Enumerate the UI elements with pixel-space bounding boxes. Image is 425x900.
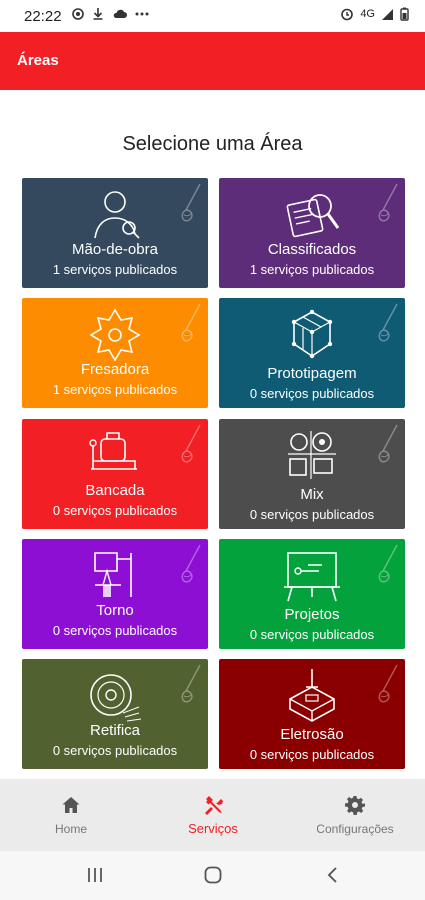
area-tile-eletrosao[interactable]: Eletrosão 0 serviços publicados	[219, 659, 405, 769]
signal-icon	[382, 8, 393, 20]
recent-apps-icon[interactable]	[86, 867, 104, 883]
brush-watermark-icon	[378, 424, 398, 463]
bench-vise-icon	[89, 432, 137, 470]
tile-count: 0 serviços publicados	[52, 623, 178, 638]
nav-label-configuracoes: Configurações	[316, 822, 394, 836]
prototype-icon	[291, 309, 333, 359]
nav-item-home[interactable]: Home	[0, 779, 142, 851]
home-icon	[62, 797, 80, 813]
area-tile-mix[interactable]: Mix 0 serviços publicados	[219, 419, 405, 529]
page-heading: Selecione uma Área	[122, 133, 303, 155]
tile-name: Mão-de-obra	[72, 241, 158, 258]
tile-count: 0 serviços publicados	[249, 507, 375, 522]
tile-count: 0 serviços publicados	[249, 747, 375, 762]
tile-name: Mix	[300, 486, 324, 503]
nav-item-configuracoes[interactable]: Configurações	[284, 779, 425, 851]
tools-icon	[205, 796, 223, 815]
mix-icon	[288, 431, 336, 479]
brush-watermark-icon	[378, 303, 398, 342]
tile-count: 0 serviços publicados	[52, 503, 178, 518]
brush-watermark-icon	[181, 183, 201, 222]
area-tile-mao-de-obra[interactable]: Mão-de-obra 1 serviços publicados	[22, 178, 208, 288]
gear-icon	[345, 796, 365, 815]
edm-icon	[289, 669, 335, 722]
nav-label-servicos: Serviços	[188, 821, 238, 836]
app-bar-title: Áreas	[17, 52, 59, 69]
back-icon[interactable]	[326, 866, 338, 884]
area-tile-fresadora[interactable]: Fresadora 1 serviços publicados	[22, 298, 208, 408]
alarm-icon	[341, 8, 354, 21]
status-bar: 22:22 4G	[0, 0, 425, 32]
battery-icon	[400, 7, 409, 21]
bottom-navigation: Home Serviços Configurações	[0, 779, 425, 851]
area-tile-torno[interactable]: Torno 0 serviços publicados	[22, 539, 208, 649]
app-bar: Áreas	[0, 32, 425, 90]
worker-icon	[94, 191, 140, 239]
tile-count: 0 serviços publicados	[249, 386, 375, 401]
tile-name: Projetos	[284, 606, 340, 623]
milling-icon	[89, 308, 141, 362]
tile-name: Torno	[96, 602, 134, 619]
system-navigation-bar	[0, 851, 425, 900]
area-tile-retifica[interactable]: Retifica 0 serviços publicados	[22, 659, 208, 769]
tile-name: Prototipagem	[267, 365, 357, 382]
nav-label-home: Home	[54, 822, 87, 836]
classifieds-icon	[286, 194, 340, 238]
tile-name: Classificados	[267, 241, 357, 258]
brush-watermark-icon	[378, 183, 398, 222]
notification-icon	[72, 7, 84, 20]
projects-icon	[284, 552, 340, 602]
tile-name: Fresadora	[80, 361, 150, 378]
tile-count: 1 serviços publicados	[249, 262, 375, 277]
more-dots-icon	[135, 12, 149, 15]
brush-watermark-icon	[181, 544, 201, 583]
grinding-icon	[90, 674, 142, 722]
tile-count: 0 serviços publicados	[52, 743, 178, 758]
brush-watermark-icon	[181, 303, 201, 342]
status-time: 22:22	[24, 8, 62, 25]
area-tile-prototipagem[interactable]: Prototipagem 0 serviços publicados	[219, 298, 405, 408]
brush-watermark-icon	[378, 544, 398, 583]
tile-name: Bancada	[85, 482, 145, 499]
home-button-icon[interactable]	[204, 866, 222, 884]
tile-count: 1 serviços publicados	[52, 262, 178, 277]
brush-watermark-icon	[181, 424, 201, 463]
tile-name: Retifica	[89, 722, 141, 739]
cloud-icon	[113, 9, 127, 18]
brush-watermark-icon	[181, 664, 201, 703]
network-type-label: 4G	[360, 8, 375, 20]
tile-name: Eletrosão	[280, 726, 344, 743]
area-tile-bancada[interactable]: Bancada 0 serviços publicados	[22, 419, 208, 529]
tile-count: 0 serviços publicados	[249, 627, 375, 642]
area-tile-classificados[interactable]: Classificados 1 serviços publicados	[219, 178, 405, 288]
area-tile-projetos[interactable]: Projetos 0 serviços publicados	[219, 539, 405, 649]
nav-item-servicos[interactable]: Serviços	[142, 779, 284, 851]
download-icon	[93, 8, 103, 20]
lathe-icon	[94, 552, 132, 597]
tile-count: 1 serviços publicados	[52, 382, 178, 397]
brush-watermark-icon	[378, 664, 398, 703]
